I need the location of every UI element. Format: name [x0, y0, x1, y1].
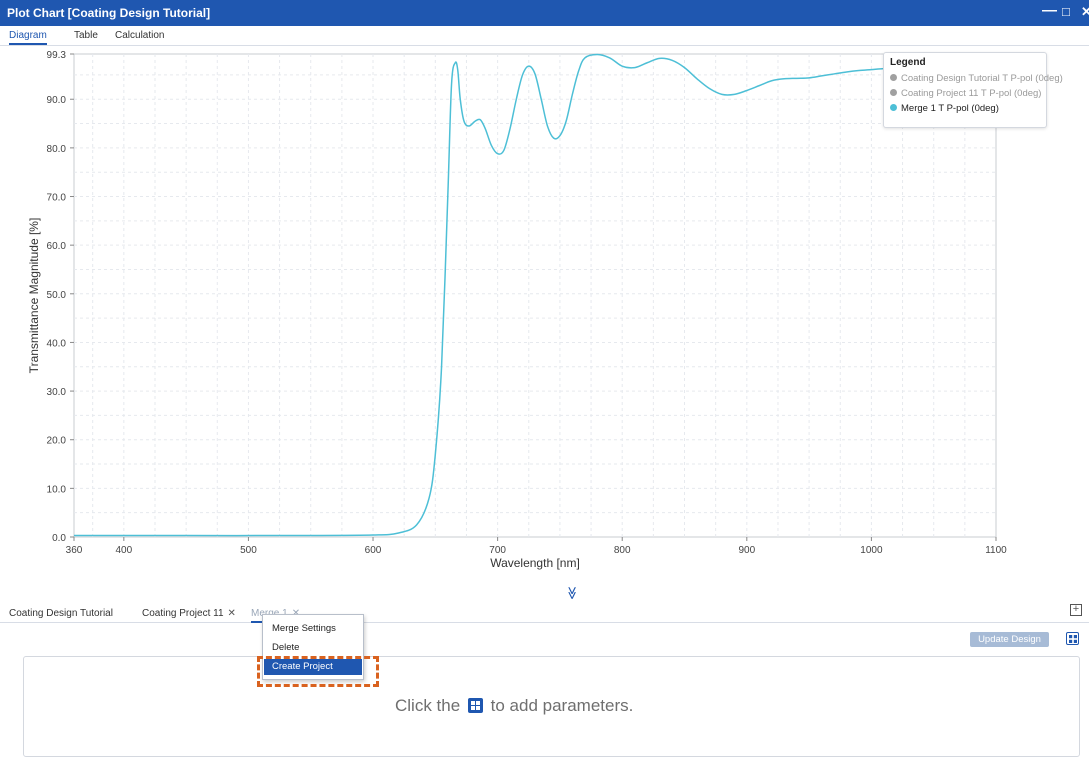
tab-label: Coating Design Tutorial [9, 608, 113, 619]
add-tab-icon[interactable]: + [1070, 604, 1082, 616]
y-tick-label: 60.0 [47, 241, 67, 252]
window-title: Plot Chart [Coating Design Tutorial] [7, 6, 211, 20]
x-tick-label: 800 [614, 545, 631, 556]
y-tick-label: 10.0 [47, 484, 67, 495]
collapse-chevron-icon[interactable]: ≫ [564, 586, 580, 600]
update-design-button[interactable]: Update Design [970, 632, 1049, 647]
y-tick-label: 90.0 [47, 95, 67, 106]
y-tick-label: 0.0 [52, 533, 66, 544]
y-tick-label: 50.0 [47, 290, 67, 301]
minimize-button[interactable]: — [1042, 2, 1057, 19]
x-axis-label: Wavelength [nm] [490, 556, 580, 570]
legend-item-label: Coating Project 11 T P-pol (0deg) [901, 88, 1042, 99]
chart-area: 360 400 500 600 700 800 900 1000 1100 99.3 90.0 80.… [0, 46, 1089, 586]
add-parameters-icon[interactable] [1066, 632, 1079, 645]
y-tick-label: 99.3 [47, 50, 67, 61]
y-tick-label: 30.0 [47, 387, 67, 398]
tab-table[interactable]: Table [74, 30, 98, 41]
plot-chart-window: Plot Chart [Coating Design Tutorial] — □… [0, 0, 1089, 764]
legend-item-coating-project-11[interactable]: Coating Project 11 T P-pol (0deg) [890, 86, 1042, 101]
x-tick-label: 700 [489, 545, 506, 556]
series-dot-icon [890, 104, 897, 111]
tab-diagram[interactable]: Diagram [9, 30, 47, 45]
y-tick-label: 80.0 [47, 144, 67, 155]
title-bar: Plot Chart [Coating Design Tutorial] — □… [0, 0, 1089, 26]
tab-label: Coating Project 11 [142, 608, 224, 619]
legend-item-coating-design-tutorial[interactable]: Coating Design Tutorial T P-pol (0deg) [890, 71, 1063, 86]
tab-coating-project-11[interactable]: Coating Project 11 ✕ [142, 608, 236, 619]
x-tick-label: 500 [240, 545, 257, 556]
project-tabs: Coating Design Tutorial Coating Project … [0, 603, 1089, 623]
tab-coating-design-tutorial[interactable]: Coating Design Tutorial [9, 608, 113, 619]
x-tick-label: 1000 [860, 545, 883, 556]
plot-frame [73, 53, 997, 538]
menu-item-merge-settings[interactable]: Merge Settings [264, 621, 362, 637]
y-axis-label: Transmittance Magnitude [%] [27, 218, 41, 374]
x-tick-label: 900 [738, 545, 755, 556]
x-tick-label: 360 [66, 545, 83, 556]
series-dot-icon [890, 89, 897, 96]
x-tick-label: 600 [365, 545, 382, 556]
tab-calculation[interactable]: Calculation [115, 30, 164, 41]
legend-item-merge-1[interactable]: Merge 1 T P-pol (0deg) [890, 101, 1040, 116]
parameters-grid-icon [467, 698, 483, 713]
series-dot-icon [890, 74, 897, 81]
empty-parameters-hint: Click the to add parameters. [395, 696, 633, 716]
hint-text-after: to add parameters. [490, 696, 634, 715]
x-tick-label: 1100 [985, 545, 1007, 556]
highlight-box [257, 656, 379, 687]
y-tick-label: 70.0 [47, 193, 67, 204]
hint-text-before: Click the [395, 696, 461, 715]
legend-title: Legend [890, 57, 926, 68]
view-tabs: Diagram Table Calculation [0, 26, 1089, 46]
chart-legend: Legend Coating Design Tutorial T P-pol (… [883, 52, 1063, 128]
close-button[interactable]: ✕ [1081, 4, 1089, 20]
menu-item-delete[interactable]: Delete [264, 640, 362, 656]
legend-item-label: Coating Design Tutorial T P-pol (0deg) [901, 73, 1063, 84]
y-tick-label: 40.0 [47, 338, 67, 349]
close-tab-icon[interactable]: ✕ [228, 608, 236, 619]
legend-item-label: Merge 1 T P-pol (0deg) [901, 103, 999, 114]
x-tick-label: 400 [115, 545, 132, 556]
y-tick-label: 20.0 [47, 436, 67, 447]
maximize-button[interactable]: □ [1062, 4, 1070, 19]
